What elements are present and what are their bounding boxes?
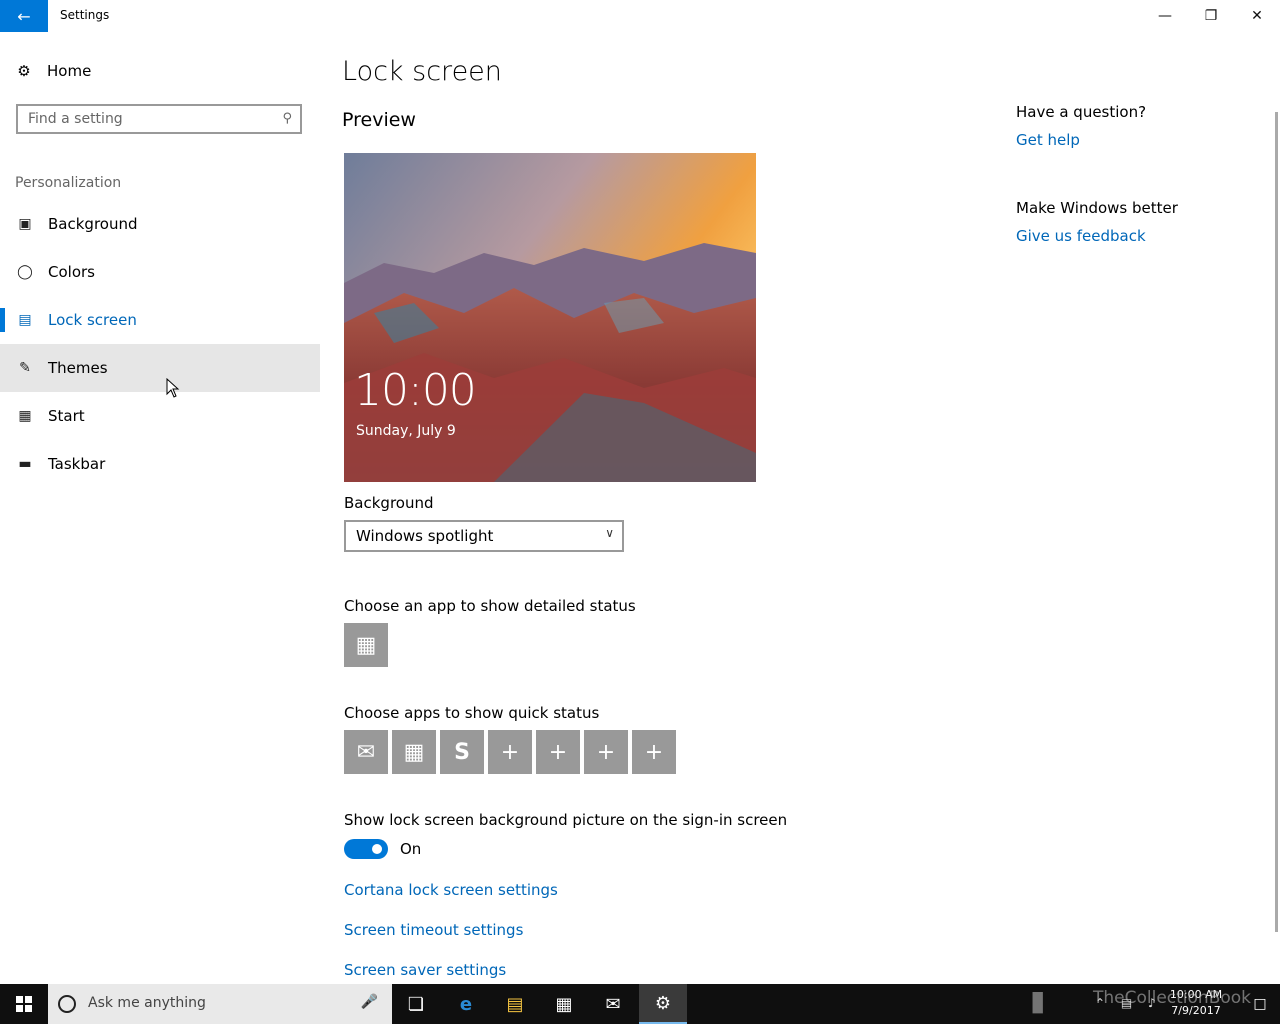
- sidebar-item-label: Taskbar: [48, 455, 106, 473]
- feedback-link[interactable]: Give us feedback: [1016, 227, 1146, 245]
- mouse-cursor-icon: [166, 378, 180, 398]
- minimize-button[interactable]: —: [1142, 0, 1188, 32]
- calendar-icon: ▦: [403, 739, 425, 765]
- quick-status-add-button[interactable]: +: [536, 730, 580, 774]
- file-explorer-button[interactable]: ▤: [491, 984, 539, 1024]
- quick-status-calendar-button[interactable]: ▦: [392, 730, 436, 774]
- edge-icon: e: [459, 993, 473, 1015]
- quick-status-add-button[interactable]: +: [488, 730, 532, 774]
- chevron-down-icon: ∨: [605, 526, 614, 540]
- restore-button[interactable]: ❐: [1188, 0, 1234, 32]
- gear-icon: ⚙: [654, 992, 672, 1014]
- search-icon: ⚲: [282, 111, 292, 126]
- signin-picture-label: Show lock screen background picture on t…: [344, 811, 788, 829]
- home-label: Home: [47, 62, 92, 80]
- plus-icon: +: [596, 739, 616, 765]
- title-bar: ← Settings — ❐ ✕: [0, 0, 1280, 32]
- skype-icon: S: [454, 739, 470, 765]
- start-button[interactable]: [0, 984, 48, 1024]
- cortana-icon: [58, 995, 76, 1013]
- make-windows-better: Make Windows better: [1016, 199, 1178, 217]
- page-title: Lock screen: [342, 56, 502, 87]
- watermark-text: TheCollectionBook: [1093, 988, 1252, 1008]
- taskbar-icon: ▬: [18, 456, 32, 472]
- edge-button[interactable]: e: [442, 984, 490, 1024]
- detailed-status-label: Choose an app to show detailed status: [344, 597, 636, 615]
- notification-icon: □: [1253, 996, 1267, 1012]
- sidebar-item-lock-screen[interactable]: ▤ Lock screen: [0, 296, 320, 344]
- signin-picture-toggle[interactable]: [344, 839, 388, 859]
- mail-icon: ✉: [356, 739, 376, 765]
- plus-icon: +: [644, 739, 664, 765]
- scrollbar[interactable]: [1275, 112, 1278, 932]
- search-placeholder: Find a setting: [28, 111, 123, 127]
- gear-icon: ⚙: [17, 62, 31, 80]
- arrow-left-icon: ←: [17, 6, 31, 26]
- folder-icon: ▤: [506, 993, 524, 1015]
- toggle-state-label: On: [400, 840, 422, 858]
- preview-date: Sunday, July 9: [356, 423, 456, 439]
- sidebar-item-label: Colors: [48, 263, 95, 281]
- background-dropdown-value: Windows spotlight: [356, 527, 494, 545]
- section-label: Personalization: [15, 175, 122, 191]
- detailed-status-app-button[interactable]: ▦: [344, 623, 388, 667]
- sidebar-item-label: Lock screen: [48, 311, 137, 329]
- window-title: Settings: [60, 8, 110, 22]
- quick-status-skype-button[interactable]: S: [440, 730, 484, 774]
- lock-screen-preview: 10:00 Sunday, July 9: [344, 153, 756, 482]
- windows-logo-icon: [16, 996, 32, 1012]
- sidebar-item-background[interactable]: ▣ Background: [0, 200, 320, 248]
- quick-status-mail-button[interactable]: ✉: [344, 730, 388, 774]
- get-help-link[interactable]: Get help: [1016, 131, 1080, 149]
- preview-time: 10:00: [354, 365, 477, 416]
- sidebar-item-colors[interactable]: ◯ Colors: [0, 248, 320, 296]
- quick-status-add-button[interactable]: +: [632, 730, 676, 774]
- sidebar-item-start[interactable]: ▦ Start: [0, 392, 320, 440]
- taskbar-search-box[interactable]: Ask me anything 🎤: [48, 984, 392, 1024]
- screen-saver-link[interactable]: Screen saver settings: [344, 961, 506, 979]
- calendar-icon: ▦: [355, 632, 377, 658]
- sidebar-item-themes[interactable]: ✎ Themes: [0, 344, 320, 392]
- cortana-lock-screen-link[interactable]: Cortana lock screen settings: [344, 881, 558, 899]
- back-button[interactable]: ←: [0, 0, 48, 32]
- task-view-button[interactable]: ❏: [392, 984, 440, 1024]
- close-icon: ✕: [1251, 8, 1263, 24]
- store-button[interactable]: ▦: [540, 984, 588, 1024]
- book-logo-icon: ▮: [1030, 984, 1046, 1017]
- mail-icon: ✉: [605, 993, 621, 1015]
- plus-icon: +: [500, 739, 520, 765]
- quick-status-label: Choose apps to show quick status: [344, 704, 600, 722]
- plus-icon: +: [548, 739, 568, 765]
- palette-icon: ◯: [17, 264, 33, 280]
- microphone-icon: 🎤: [360, 994, 378, 1010]
- sidebar-item-label: Themes: [48, 359, 108, 377]
- taskbar-search-placeholder: Ask me anything: [88, 995, 206, 1011]
- task-view-icon: ❏: [407, 993, 425, 1015]
- lock-screen-icon: ▤: [18, 312, 32, 328]
- minimize-icon: —: [1158, 8, 1172, 24]
- close-button[interactable]: ✕: [1234, 0, 1280, 32]
- background-dropdown[interactable]: Windows spotlight ∨: [344, 520, 624, 552]
- restore-icon: ❐: [1204, 8, 1218, 24]
- sidebar-item-label: Start: [48, 407, 85, 425]
- background-label: Background: [344, 494, 434, 512]
- screen-timeout-link[interactable]: Screen timeout settings: [344, 921, 523, 939]
- settings-app-button[interactable]: ⚙: [639, 984, 687, 1024]
- mail-app-button[interactable]: ✉: [589, 984, 637, 1024]
- help-question: Have a question?: [1016, 103, 1147, 121]
- store-icon: ▦: [555, 993, 573, 1015]
- toggle-knob: [372, 844, 382, 854]
- sidebar-item-label: Background: [48, 215, 138, 233]
- brush-icon: ✎: [19, 360, 31, 376]
- preview-heading: Preview: [342, 109, 416, 131]
- sidebar-home[interactable]: ⚙ Home: [16, 62, 91, 80]
- taskbar: Ask me anything 🎤 ❏ e ▤ ▦ ✉ ⚙ ⌃ ▤ ♪ 10:0…: [0, 984, 1280, 1024]
- quick-status-add-button[interactable]: +: [584, 730, 628, 774]
- start-tiles-icon: ▦: [18, 408, 32, 424]
- sidebar-item-taskbar[interactable]: ▬ Taskbar: [0, 440, 320, 488]
- search-input[interactable]: Find a setting ⚲: [16, 104, 302, 134]
- picture-icon: ▣: [18, 216, 32, 232]
